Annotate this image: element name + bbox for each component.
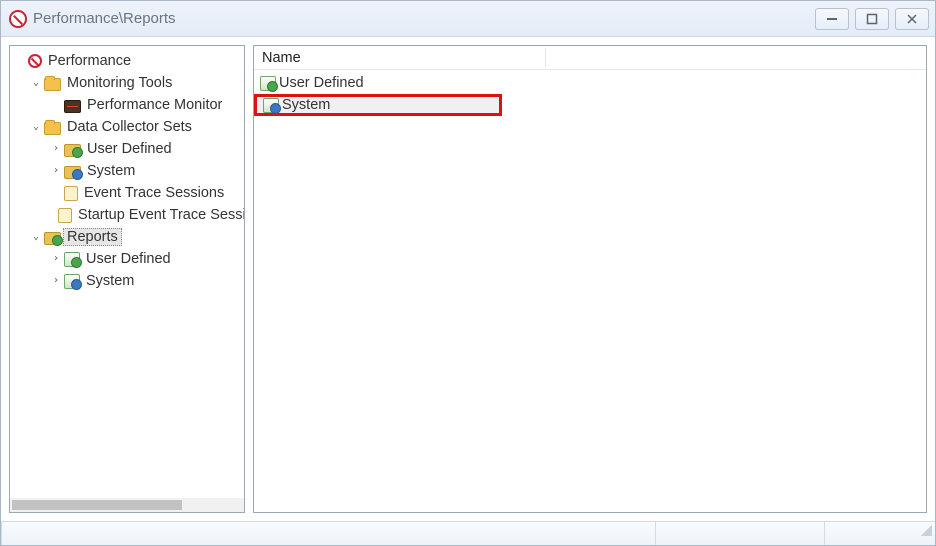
list-body: User Defined System [254, 70, 926, 512]
report-user-icon [64, 252, 80, 267]
folder-icon [44, 122, 61, 135]
tree-view[interactable]: › Performance ⌄ Monitoring Tools › Perfo… [10, 46, 244, 498]
tree-node-dcs-ets[interactable]: › Event Trace Sessions [10, 182, 244, 204]
resize-grip[interactable] [918, 522, 932, 536]
minimize-button[interactable] [815, 8, 849, 30]
folder-user-icon [64, 144, 81, 157]
tree-caret-expanded[interactable]: ⌄ [30, 72, 42, 94]
status-cell [824, 522, 935, 545]
column-divider[interactable] [545, 48, 546, 67]
tree-caret-collapsed[interactable]: › [50, 248, 62, 270]
tree-node-reports-system[interactable]: › System [10, 270, 244, 292]
tree-label: Performance [44, 53, 135, 69]
maximize-button[interactable] [855, 8, 889, 30]
tree-caret-collapsed[interactable]: › [50, 138, 62, 160]
client-area: › Performance ⌄ Monitoring Tools › Perfo… [1, 37, 935, 521]
tree-label: Event Trace Sessions [80, 185, 228, 201]
session-icon [58, 208, 72, 223]
performance-icon [28, 54, 42, 68]
tree-label: Data Collector Sets [63, 119, 196, 135]
horizontal-scrollbar[interactable] [10, 498, 244, 512]
list-item-system[interactable]: System [254, 94, 502, 116]
titlebar[interactable]: Performance\Reports [1, 1, 935, 37]
tree-label: Performance Monitor [83, 97, 226, 113]
tree-label: User Defined [83, 141, 176, 157]
tree-node-performance[interactable]: › Performance [10, 50, 244, 72]
list-item-user-defined[interactable]: User Defined [254, 72, 926, 94]
report-system-icon [263, 98, 279, 113]
tree-label: System [82, 273, 138, 289]
status-cell [655, 522, 824, 545]
report-system-icon [64, 274, 80, 289]
status-bar [1, 521, 935, 545]
tree-node-dcs-system[interactable]: › System [10, 160, 244, 182]
list-item-label: System [282, 97, 330, 113]
tree-label: Monitoring Tools [63, 75, 176, 91]
list-item-label: User Defined [279, 75, 364, 91]
status-cell [1, 522, 655, 545]
folder-system-icon [64, 166, 81, 179]
list-pane: Name User Defined System [253, 45, 927, 513]
monitor-icon [64, 100, 81, 113]
scrollbar-thumb[interactable] [12, 500, 182, 510]
tree-node-perfmon[interactable]: › Performance Monitor [10, 94, 244, 116]
tree-label: System [83, 163, 139, 179]
tree-label: Startup Event Trace Sessions [74, 207, 244, 223]
tree-caret-expanded[interactable]: ⌄ [30, 226, 42, 248]
tree-caret-collapsed[interactable]: › [50, 270, 62, 292]
tree-node-monitoring[interactable]: ⌄ Monitoring Tools [10, 72, 244, 94]
window-title: Performance\Reports [33, 10, 176, 27]
tree-label-selected: Reports [63, 228, 122, 246]
tree-caret-expanded[interactable]: ⌄ [30, 116, 42, 138]
report-user-icon [260, 76, 276, 91]
folder-icon [44, 78, 61, 91]
tree-node-dcs-user[interactable]: › User Defined [10, 138, 244, 160]
app-icon [9, 10, 27, 28]
window-frame: Performance\Reports › Performance ⌄ [0, 0, 936, 546]
tree-caret-collapsed[interactable]: › [50, 160, 62, 182]
tree-node-dcs-startup[interactable]: › Startup Event Trace Sessions [10, 204, 244, 226]
tree-label: User Defined [82, 251, 175, 267]
tree-node-reports-user[interactable]: › User Defined [10, 248, 244, 270]
tree-node-reports[interactable]: ⌄ Reports [10, 226, 244, 248]
tree-node-dcs[interactable]: ⌄ Data Collector Sets [10, 116, 244, 138]
close-button[interactable] [895, 8, 929, 30]
list-column-header[interactable]: Name [254, 46, 926, 70]
tree-pane: › Performance ⌄ Monitoring Tools › Perfo… [9, 45, 245, 513]
column-name: Name [262, 50, 301, 66]
reports-folder-icon [44, 232, 61, 245]
session-icon [64, 186, 78, 201]
